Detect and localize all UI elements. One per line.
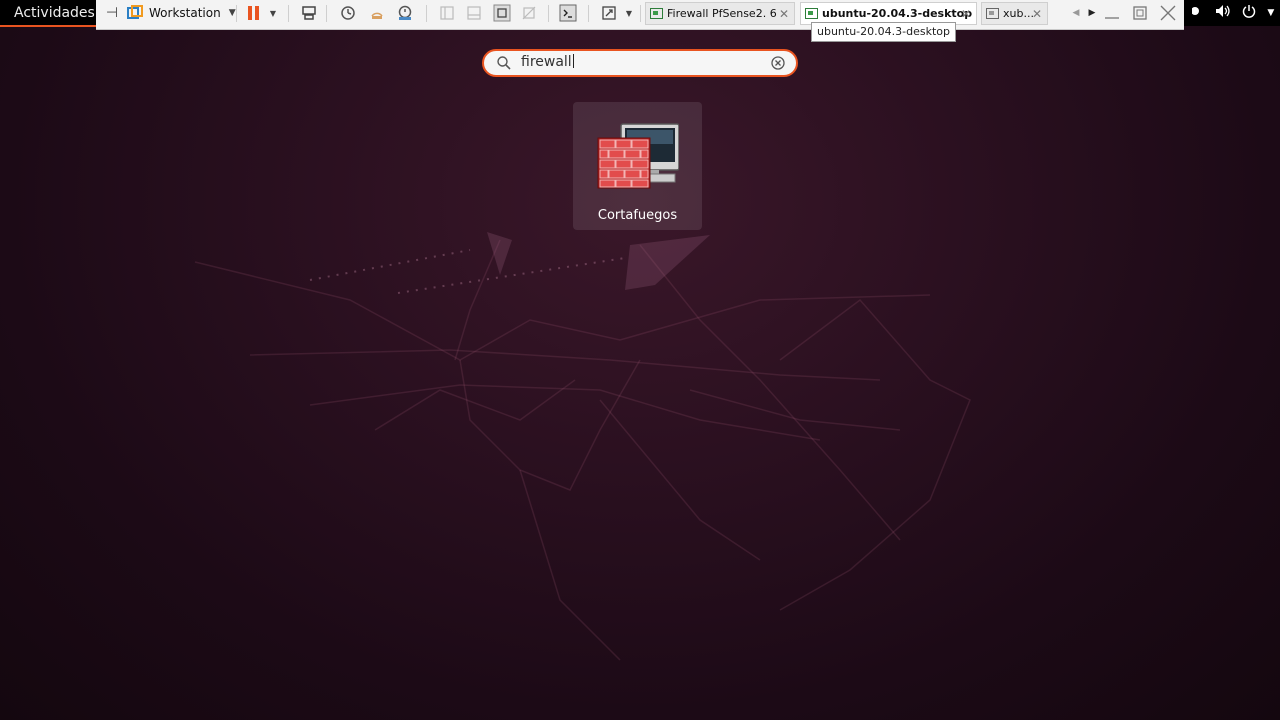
pause-icon[interactable] xyxy=(246,0,262,26)
toolbar-divider xyxy=(548,5,549,22)
system-tray[interactable]: ▼ xyxy=(1184,0,1280,26)
vmware-toolbar: ⊣ Workstation ▼ ▼ ▼ Firewall PfSense2. 6… xyxy=(96,0,1184,30)
unity-mode-icon[interactable] xyxy=(520,0,538,26)
tab-label: ubuntu-20.04.3-desktop xyxy=(822,7,973,20)
snapshot-manager-icon[interactable] xyxy=(395,0,415,26)
close-icon[interactable]: ✕ xyxy=(779,7,789,21)
console-view-icon[interactable] xyxy=(558,0,578,26)
workstation-label: Workstation xyxy=(149,6,221,20)
toolbar-divider xyxy=(426,5,427,22)
app-label: Cortafuegos xyxy=(597,208,678,223)
clear-search-icon[interactable] xyxy=(770,55,786,71)
close-icon[interactable]: ✕ xyxy=(1032,7,1042,21)
vm-tab-icon xyxy=(805,8,818,19)
tab-label: Firewall PfSense2. 6 xyxy=(667,7,777,20)
close-icon[interactable]: ✕ xyxy=(961,7,971,21)
power-icon[interactable] xyxy=(1242,4,1256,22)
close-window-icon[interactable] xyxy=(1158,0,1178,26)
workstation-menu[interactable]: Workstation ▼ xyxy=(149,0,236,26)
send-ctrl-alt-del-icon[interactable] xyxy=(300,0,318,26)
system-menu-chevron-icon[interactable]: ▼ xyxy=(1267,8,1274,18)
search-input[interactable]: firewall xyxy=(521,54,574,70)
view-menu-chevron-icon[interactable]: ▼ xyxy=(624,0,634,26)
vm-tab-icon xyxy=(650,8,663,19)
tab-tooltip: ubuntu-20.04.3-desktop xyxy=(811,22,956,42)
app-result-cortafuegos[interactable]: Cortafuegos xyxy=(573,102,702,230)
toolbar-divider xyxy=(588,5,589,22)
toolbar-divider xyxy=(236,5,237,22)
minimize-icon[interactable] xyxy=(1102,0,1122,26)
text-caret xyxy=(572,54,574,68)
tab-scroll-left-icon[interactable]: ◀ xyxy=(1070,0,1082,26)
workstation-logo-icon xyxy=(126,0,144,26)
activities-indicator xyxy=(0,25,96,27)
stretch-guest-icon[interactable] xyxy=(600,0,618,26)
tab-label: xub... xyxy=(1003,7,1034,20)
chevron-down-icon: ▼ xyxy=(228,8,236,18)
vm-tab-icon xyxy=(986,8,999,19)
search-field[interactable]: firewall xyxy=(482,49,798,77)
show-library-icon[interactable] xyxy=(438,0,456,26)
toolbar-divider xyxy=(326,5,327,22)
revert-snapshot-icon[interactable] xyxy=(368,0,386,26)
maximize-icon[interactable] xyxy=(1130,0,1150,26)
full-screen-icon[interactable] xyxy=(492,0,512,26)
toolbar-divider xyxy=(288,5,289,22)
volume-icon[interactable] xyxy=(1215,4,1231,22)
network-icon[interactable] xyxy=(1189,4,1204,22)
firewall-icon xyxy=(597,123,679,189)
snapshot-icon[interactable] xyxy=(339,0,357,26)
activities-button[interactable]: Actividades xyxy=(6,0,103,26)
search-input-value: firewall xyxy=(521,54,572,70)
pin-icon[interactable]: ⊣ xyxy=(104,0,120,26)
tab-firewall-pfsense[interactable]: Firewall PfSense2. 6 ✕ xyxy=(645,2,795,25)
tab-xubuntu[interactable]: xub... ✕ xyxy=(981,2,1048,25)
thumbnail-bar-icon[interactable] xyxy=(465,0,483,26)
toolbar-divider xyxy=(640,5,641,22)
power-menu-chevron-icon[interactable]: ▼ xyxy=(268,0,278,26)
tab-scroll-right-icon[interactable]: ▶ xyxy=(1086,0,1098,26)
search-icon xyxy=(497,56,511,70)
